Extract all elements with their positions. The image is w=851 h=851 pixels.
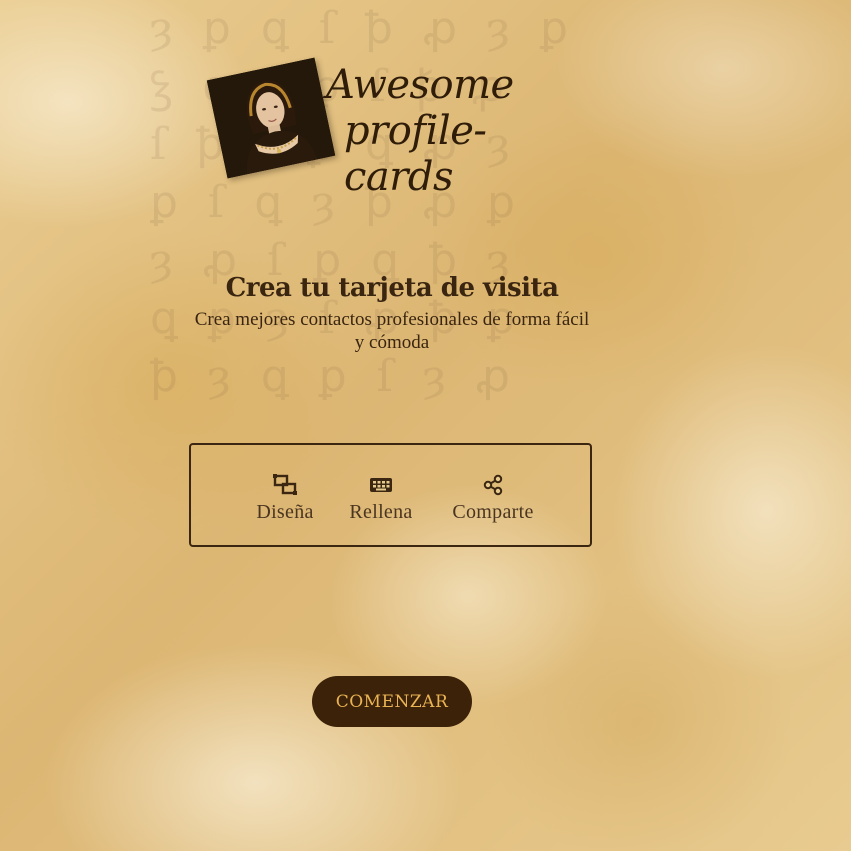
share-icon [443, 473, 543, 497]
page-title: Crea tu tarjeta de visita [225, 273, 559, 303]
feature-share-label: Comparte [452, 501, 534, 523]
logo[interactable]: Awesome profile-cards [206, 57, 586, 200]
feature-design-label: Diseña [256, 501, 314, 523]
feature-share: Comparte [443, 473, 543, 524]
features-box: Diseña Rellena Comparte [189, 443, 592, 547]
logo-portrait-image [206, 57, 336, 179]
logo-line-2: profile-cards [344, 108, 487, 200]
design-icon [247, 473, 323, 497]
feature-fill: Rellena [341, 473, 421, 524]
hero-section: Crea tu tarjeta de visita Crea mejores c… [192, 270, 592, 354]
start-button[interactable]: COMENZAR [312, 676, 472, 727]
logo-text: Awesome profile-cards [326, 62, 586, 200]
keyboard-icon [341, 473, 421, 497]
logo-line-1: Awesome [326, 62, 514, 108]
feature-fill-label: Rellena [349, 501, 413, 523]
feature-design: Diseña [247, 473, 323, 524]
page-subtitle: Crea mejores contactos profesionales de … [194, 309, 590, 353]
